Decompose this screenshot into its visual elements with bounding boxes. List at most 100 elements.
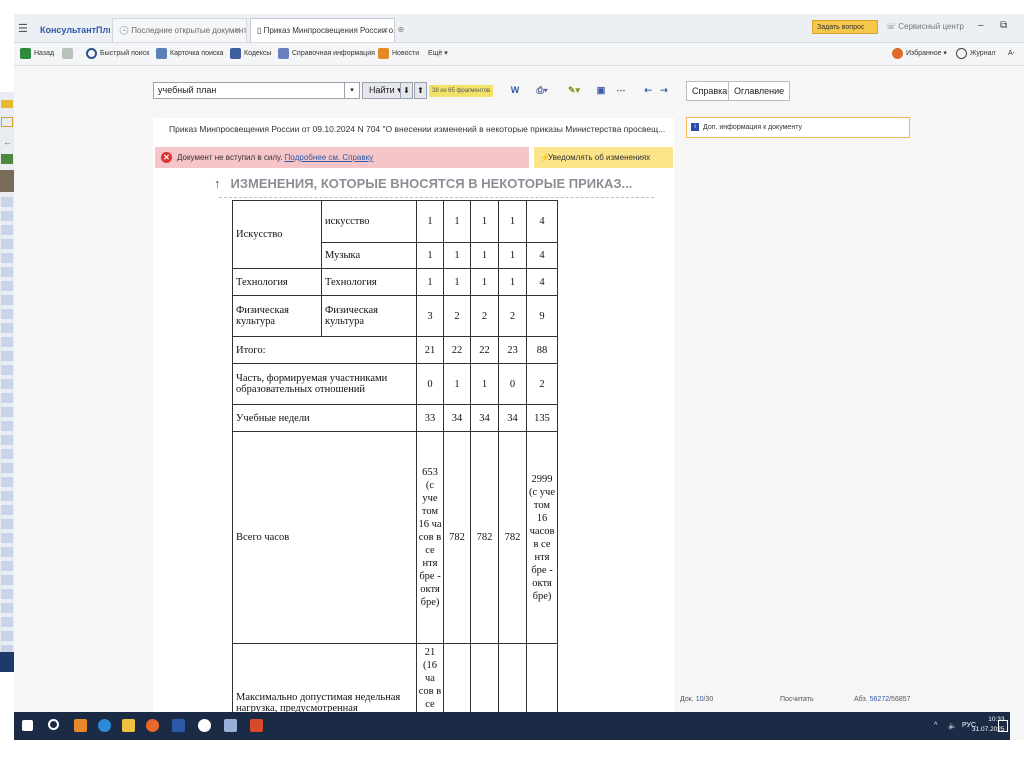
next-match-button[interactable]: ⬇ xyxy=(400,82,413,99)
tab-label: Приказ Минпросвещения России о... xyxy=(263,26,395,35)
forward-arrow-icon[interactable]: ⇢ xyxy=(658,84,670,97)
firefox-icon[interactable] xyxy=(146,719,159,732)
up-arrow-icon[interactable]: ↑ xyxy=(214,176,221,191)
doc-counter-total: /30 xyxy=(703,696,714,703)
word-icon[interactable] xyxy=(172,719,185,732)
star-icon xyxy=(892,47,903,59)
font-size-button[interactable]: A- xyxy=(1008,47,1015,61)
tab-document[interactable]: ▯ Приказ Минпросвещения России о... ✕ xyxy=(250,18,395,42)
arrow-left-icon xyxy=(20,47,31,59)
quick-search-button[interactable]: Быстрый поиск xyxy=(86,47,149,61)
table-cell: 1 xyxy=(416,268,444,296)
table-cell: 2 xyxy=(443,295,471,337)
table-cell: 21 xyxy=(416,336,444,364)
left-nav-button[interactable] xyxy=(0,652,14,672)
table-cell: 22 xyxy=(470,336,499,364)
table-cell-subject: Искусство xyxy=(232,200,322,269)
more-options-icon[interactable]: ⋯ xyxy=(614,84,628,97)
table-cell: 1 xyxy=(416,200,444,243)
codes-button[interactable]: Кодексы xyxy=(230,47,271,61)
journal-button[interactable]: Журнал xyxy=(956,47,996,61)
search-value: учебный план xyxy=(158,85,217,95)
tab-contents[interactable]: Оглавление xyxy=(728,81,791,101)
table-cell: 782 xyxy=(443,431,471,644)
taskbar: ^ 🔈 РУС 10:33 31.07.2025 xyxy=(14,712,1010,740)
table-cell: 88 xyxy=(526,336,558,364)
table-cell: 4 xyxy=(526,242,558,269)
card-search-button[interactable]: Карточка поиска xyxy=(156,47,223,61)
table-cell: 2999 (с уче том 16 часов в се нтя бре - … xyxy=(526,431,558,644)
consultant-app-icon[interactable] xyxy=(224,719,237,732)
paragraph-counter-pos: 56272 xyxy=(869,696,890,703)
search-icon xyxy=(86,47,97,59)
doc-info-link[interactable]: i Доп. информация к документу xyxy=(686,117,910,138)
info-icon: i xyxy=(691,123,699,131)
arrow-left-icon[interactable]: ← xyxy=(3,137,12,147)
thumbnail-image xyxy=(0,170,14,192)
search-input[interactable]: учебный план ⊗ xyxy=(153,82,359,99)
explorer-icon[interactable] xyxy=(122,719,135,732)
more-menu[interactable]: Ещё ▾ xyxy=(428,47,448,61)
pdf-app-icon[interactable] xyxy=(250,719,263,732)
divider xyxy=(219,197,654,198)
table-row: Всего часов 653 (с уче том 16 ча сов в с… xyxy=(232,431,558,644)
tree-icon[interactable] xyxy=(1,154,13,164)
tab-recent-documents[interactable]: 🕒 Последние открытые документы ✕ xyxy=(112,18,247,42)
tab-help[interactable]: Справка xyxy=(686,81,734,101)
minimize-icon[interactable]: – xyxy=(978,20,984,31)
comment-icon[interactable]: ▣ xyxy=(594,84,608,97)
table-cell-label: Учебные недели xyxy=(232,404,417,432)
windows-start-icon[interactable] xyxy=(22,720,33,731)
table-cell: 0 xyxy=(416,363,444,405)
news-button[interactable]: Новости xyxy=(378,47,419,61)
bolt-icon: ⚡ xyxy=(540,153,550,162)
font-size-label: A xyxy=(1008,50,1013,57)
highlight-icon[interactable]: ✎▾ xyxy=(562,84,586,97)
table-cell: 34 xyxy=(498,404,527,432)
close-tab-icon[interactable]: ✕ xyxy=(234,19,241,42)
curriculum-table: Искусство искусство 1 1 1 1 4 Музыка 1 1… xyxy=(232,200,558,732)
reference-button[interactable]: Справочная информация xyxy=(278,47,375,61)
new-tab-button[interactable]: ⊕ xyxy=(394,18,408,42)
folder-icon[interactable] xyxy=(1,100,13,108)
paragraph-counter-total: /56857 xyxy=(889,696,911,703)
arrow-right-icon xyxy=(62,47,73,59)
card-search-label: Карточка поиска xyxy=(170,50,224,57)
table-cell: 33 xyxy=(416,404,444,432)
volume-icon[interactable]: 🔈 xyxy=(948,722,957,730)
menu-icon[interactable]: ☰ xyxy=(18,22,28,35)
table-row: Технология Технология 1 1 1 1 4 xyxy=(232,268,558,296)
restore-icon[interactable]: ⧉ xyxy=(1000,20,1007,31)
table-cell: 2 xyxy=(498,295,527,337)
word-export-icon[interactable]: W xyxy=(508,84,522,97)
print-icon[interactable]: ⎙▾ xyxy=(530,84,554,97)
prev-match-button[interactable]: ⬆ xyxy=(414,82,427,99)
notifications-icon[interactable] xyxy=(998,720,1008,732)
service-center-link[interactable]: ☏ Сервисный центр xyxy=(886,22,964,31)
briefcase-icon[interactable] xyxy=(1,117,13,127)
ask-question-button[interactable]: Задать вопрос xyxy=(812,20,878,34)
table-cell: 0 xyxy=(498,363,527,405)
tray-arrow-icon[interactable]: ^ xyxy=(934,722,937,729)
left-nav-items[interactable] xyxy=(1,197,13,667)
back-arrow-icon[interactable]: ⇠ xyxy=(642,84,654,97)
favorites-menu[interactable]: Избранное ▾ xyxy=(892,47,947,61)
table-cell-label: Итого: xyxy=(232,336,417,364)
warning-help-link[interactable]: Подробнее см. Справку xyxy=(285,153,374,162)
notify-changes-button[interactable]: ⚡ Уведомлять об изменениях xyxy=(534,147,673,168)
app-brand[interactable]: КонсультантПлюс xyxy=(34,18,110,42)
forward-button[interactable] xyxy=(62,47,76,61)
edge-browser-icon[interactable] xyxy=(98,719,111,732)
table-cell: 4 xyxy=(526,200,558,243)
search-icon[interactable] xyxy=(48,719,59,730)
clock-icon: 🕒 xyxy=(119,26,132,35)
yandex-browser-icon[interactable] xyxy=(198,719,211,732)
back-label: Назад xyxy=(34,50,55,57)
search-history-dropdown[interactable]: ▾ xyxy=(344,82,360,99)
close-tab-icon[interactable]: ✕ xyxy=(382,19,389,42)
count-link[interactable]: Посчитать xyxy=(780,696,814,703)
files-app-icon[interactable] xyxy=(74,719,87,732)
back-button[interactable]: Назад xyxy=(20,47,54,61)
table-cell: 23 xyxy=(498,336,527,364)
table-row: Часть, формируемая участниками образоват… xyxy=(232,363,558,405)
